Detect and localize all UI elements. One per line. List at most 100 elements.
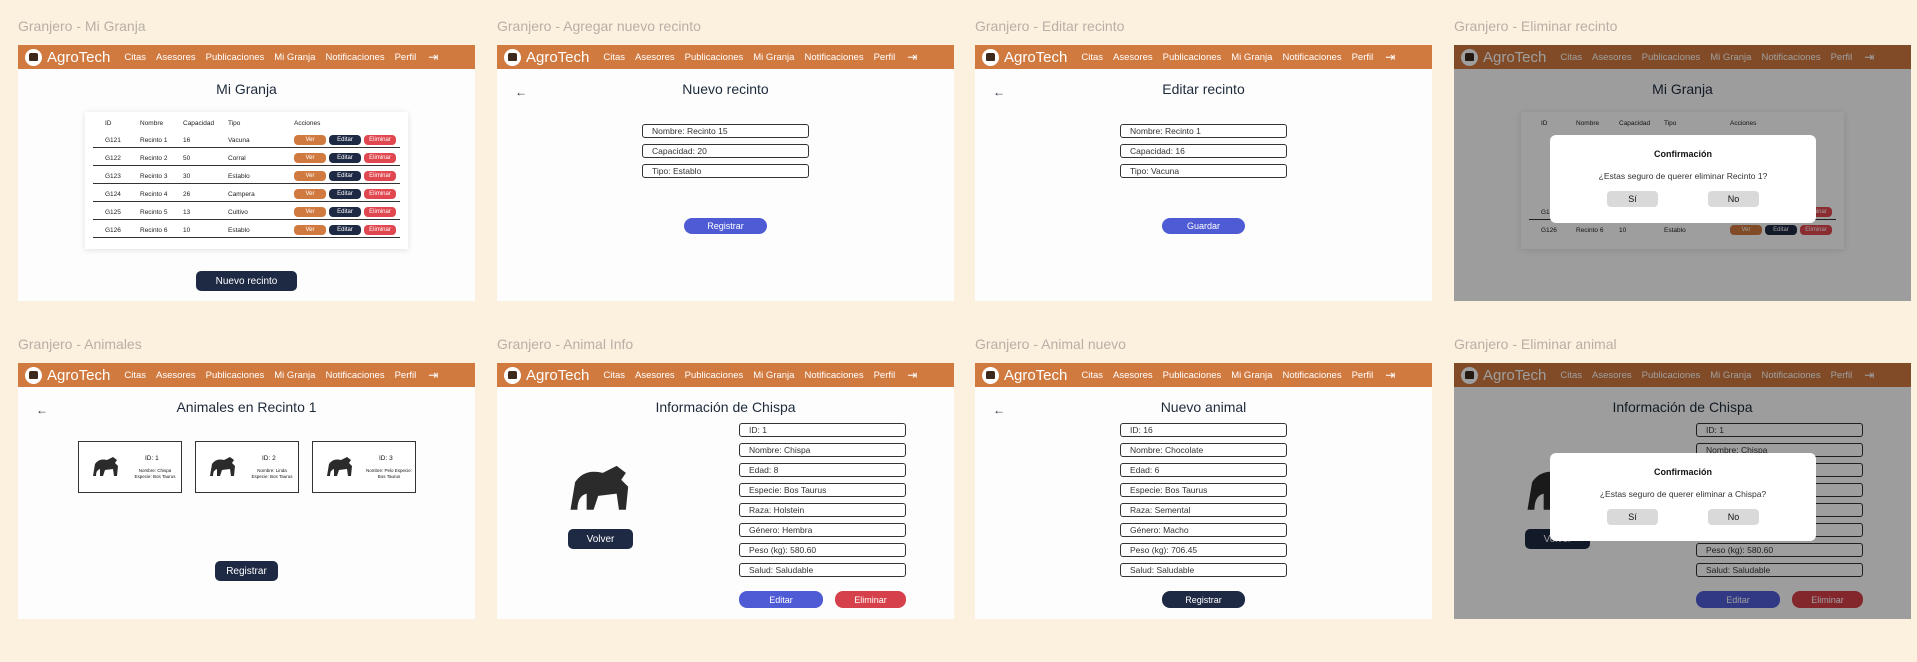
brand[interactable]: AgroTech <box>526 367 589 384</box>
nav-perfil[interactable]: Perfil <box>395 370 417 381</box>
nav-notificaciones[interactable]: Notificaciones <box>1282 52 1341 63</box>
nav-perfil[interactable]: Perfil <box>395 52 417 63</box>
animal-card[interactable]: ID: 2 Nombre: Linda Especie: Bos Taurus <box>195 441 299 493</box>
nav-mi-granja[interactable]: Mi Granja <box>753 370 794 381</box>
eliminar-button[interactable]: Eliminar <box>364 189 396 199</box>
nav-citas[interactable]: Citas <box>124 370 146 381</box>
nav-publicaciones[interactable]: Publicaciones <box>685 52 744 63</box>
logo-icon[interactable] <box>25 366 42 384</box>
ver-button[interactable]: Ver <box>294 225 326 235</box>
nav-mi-granja[interactable]: Mi Granja <box>1231 52 1272 63</box>
editar-button[interactable]: Editar <box>329 189 361 199</box>
nav-perfil[interactable]: Perfil <box>874 370 896 381</box>
nav-perfil[interactable]: Perfil <box>874 52 896 63</box>
ver-button[interactable]: Ver <box>294 207 326 217</box>
logo-icon[interactable] <box>982 366 999 384</box>
id-field[interactable]: ID: 1 <box>739 423 906 437</box>
nombre-field[interactable]: Nombre: Recinto 1 <box>1120 124 1287 138</box>
nav-asesores[interactable]: Asesores <box>156 52 196 63</box>
raza-field[interactable]: Raza: Semental <box>1120 503 1287 517</box>
nav-notificaciones[interactable]: Notificaciones <box>1282 370 1341 381</box>
nav-citas[interactable]: Citas <box>603 52 625 63</box>
si-button[interactable]: Sí <box>1607 509 1658 525</box>
nav-asesores[interactable]: Asesores <box>1113 52 1153 63</box>
brand[interactable]: AgroTech <box>1004 367 1067 384</box>
nav-citas[interactable]: Citas <box>603 370 625 381</box>
si-button[interactable]: Sí <box>1607 191 1658 207</box>
raza-field[interactable]: Raza: Holstein <box>739 503 906 517</box>
ver-button[interactable]: Ver <box>294 189 326 199</box>
logout-icon[interactable]: ⇥ <box>907 50 917 64</box>
nav-publicaciones[interactable]: Publicaciones <box>1163 52 1222 63</box>
peso-field[interactable]: Peso (kg): 706.45 <box>1120 543 1287 557</box>
salud-field[interactable]: Salud: Saludable <box>1120 563 1287 577</box>
edad-field[interactable]: Edad: 8 <box>739 463 906 477</box>
logout-icon[interactable]: ⇥ <box>907 368 917 382</box>
registrar-button[interactable]: Registrar <box>684 218 767 234</box>
ver-button[interactable]: Ver <box>294 135 326 145</box>
editar-button[interactable]: Editar <box>329 207 361 217</box>
eliminar-button[interactable]: Eliminar <box>364 135 396 145</box>
nombre-field[interactable]: Nombre: Chispa <box>739 443 906 457</box>
logout-icon[interactable]: ⇥ <box>1385 368 1395 382</box>
especie-field[interactable]: Especie: Bos Taurus <box>739 483 906 497</box>
registrar-button[interactable]: Registrar <box>215 561 278 581</box>
editar-button[interactable]: Editar <box>329 225 361 235</box>
nav-publicaciones[interactable]: Publicaciones <box>206 370 265 381</box>
brand[interactable]: AgroTech <box>47 367 110 384</box>
ver-button[interactable]: Ver <box>294 153 326 163</box>
logout-icon[interactable]: ⇥ <box>428 368 438 382</box>
guardar-button[interactable]: Guardar <box>1162 218 1245 234</box>
logout-icon[interactable]: ⇥ <box>1385 50 1395 64</box>
nombre-field[interactable]: Nombre: Recinto 15 <box>642 124 809 138</box>
nav-publicaciones[interactable]: Publicaciones <box>685 370 744 381</box>
nav-notificaciones[interactable]: Notificaciones <box>804 52 863 63</box>
editar-button[interactable]: Editar <box>329 135 361 145</box>
nav-notificaciones[interactable]: Notificaciones <box>325 370 384 381</box>
nav-citas[interactable]: Citas <box>1081 52 1103 63</box>
animal-card[interactable]: ID: 1 Nombre: Chispa Especie: Bos Taurus <box>78 441 182 493</box>
nav-publicaciones[interactable]: Publicaciones <box>1163 370 1222 381</box>
nav-asesores[interactable]: Asesores <box>635 370 675 381</box>
eliminar-button[interactable]: Eliminar <box>364 153 396 163</box>
nav-citas[interactable]: Citas <box>1081 370 1103 381</box>
nuevo-recinto-button[interactable]: Nuevo recinto <box>196 271 297 291</box>
nav-asesores[interactable]: Asesores <box>156 370 196 381</box>
especie-field[interactable]: Especie: Bos Taurus <box>1120 483 1287 497</box>
logo-icon[interactable] <box>504 48 521 66</box>
nav-publicaciones[interactable]: Publicaciones <box>206 52 265 63</box>
nav-perfil[interactable]: Perfil <box>1352 52 1374 63</box>
genero-field[interactable]: Género: Macho <box>1120 523 1287 537</box>
logo-icon[interactable] <box>504 366 521 384</box>
nav-asesores[interactable]: Asesores <box>1113 370 1153 381</box>
eliminar-button[interactable]: Eliminar <box>364 207 396 217</box>
nav-perfil[interactable]: Perfil <box>1352 370 1374 381</box>
logo-icon[interactable] <box>982 48 999 66</box>
tipo-field[interactable]: Tipo: Establo <box>642 164 809 178</box>
eliminar-button[interactable]: Eliminar <box>835 591 906 608</box>
peso-field[interactable]: Peso (kg): 580.60 <box>739 543 906 557</box>
id-field[interactable]: ID: 16 <box>1120 423 1287 437</box>
nav-notificaciones[interactable]: Notificaciones <box>804 370 863 381</box>
logout-icon[interactable]: ⇥ <box>428 50 438 64</box>
nombre-field[interactable]: Nombre: Chocolate <box>1120 443 1287 457</box>
volver-button[interactable]: Volver <box>568 529 633 549</box>
nav-notificaciones[interactable]: Notificaciones <box>325 52 384 63</box>
eliminar-button[interactable]: Eliminar <box>364 171 396 181</box>
ver-button[interactable]: Ver <box>294 171 326 181</box>
logo-icon[interactable] <box>25 48 42 66</box>
no-button[interactable]: No <box>1708 191 1759 207</box>
editar-button[interactable]: Editar <box>329 171 361 181</box>
nav-citas[interactable]: Citas <box>124 52 146 63</box>
registrar-button[interactable]: Registrar <box>1162 591 1245 608</box>
no-button[interactable]: No <box>1708 509 1759 525</box>
edad-field[interactable]: Edad: 6 <box>1120 463 1287 477</box>
salud-field[interactable]: Salud: Saludable <box>739 563 906 577</box>
brand[interactable]: AgroTech <box>526 49 589 66</box>
animal-card[interactable]: ID: 3 Nombre: Pelo Especie: Bos Taurus <box>312 441 416 493</box>
nav-mi-granja[interactable]: Mi Granja <box>1231 370 1272 381</box>
nav-mi-granja[interactable]: Mi Granja <box>753 52 794 63</box>
tipo-field[interactable]: Tipo: Vacuna <box>1120 164 1287 178</box>
editar-button[interactable]: Editar <box>329 153 361 163</box>
brand[interactable]: AgroTech <box>1004 49 1067 66</box>
